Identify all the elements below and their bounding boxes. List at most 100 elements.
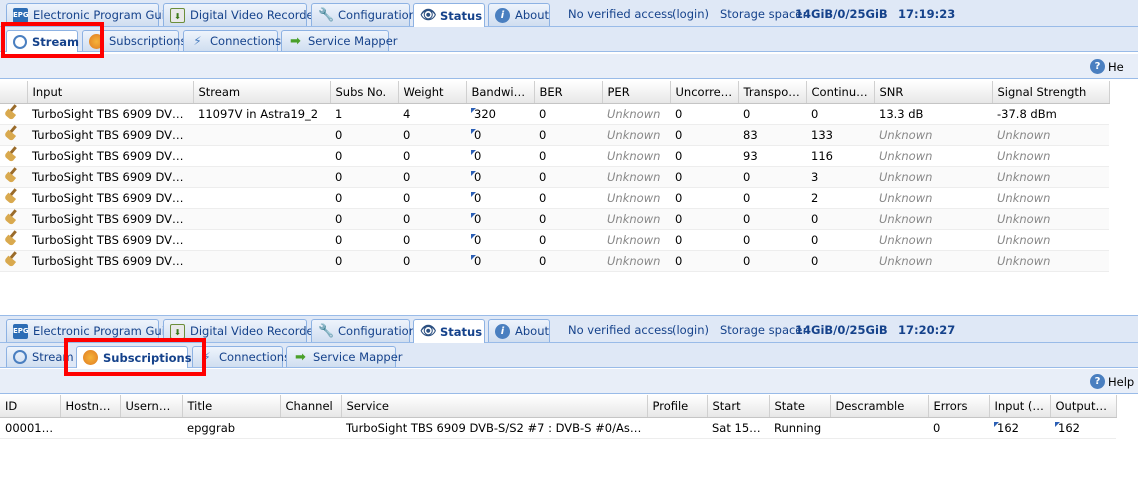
clear-stats-button[interactable] xyxy=(0,145,27,167)
table-cell: 133 xyxy=(806,124,874,146)
table-cell: Unknown xyxy=(602,103,670,125)
table-cell: 93 xyxy=(738,145,806,167)
table-cell: 0 xyxy=(806,250,874,272)
subtab-subscriptions[interactable]: Subscriptions xyxy=(76,346,192,368)
tab-status[interactable]: 👁 Status xyxy=(413,3,485,27)
col-stream[interactable]: Stream xyxy=(193,81,331,104)
col-hostname[interactable]: Hostname xyxy=(60,395,121,418)
help-button[interactable]: ? Help xyxy=(1090,374,1134,389)
subtab-connections[interactable]: ⚡ Connections xyxy=(192,346,290,367)
col-start[interactable]: Start xyxy=(707,395,770,418)
col-channel[interactable]: Channel xyxy=(280,395,342,418)
tab-digital-video-recorder[interactable]: ⬇ Digital Video Recorder xyxy=(163,319,318,342)
subtab-stream[interactable]: Stream xyxy=(6,30,79,52)
login-link[interactable]: (login) xyxy=(672,7,709,21)
table-cell: 00001744 xyxy=(0,417,60,439)
col-weight[interactable]: Weight xyxy=(398,81,467,104)
table-cell: 0 xyxy=(330,229,398,251)
table-cell: 3 xyxy=(806,166,874,188)
subscriptions-table-header: ID Hostname Username Title Channel Servi… xyxy=(0,395,1117,418)
clear-stats-button[interactable] xyxy=(0,229,27,251)
table-cell: 0 xyxy=(534,103,602,125)
broom-icon xyxy=(4,167,20,183)
table-row[interactable]: TurboSight TBS 6909 DVB-S… 0 0 0 0 Unknown 0 0 3… xyxy=(0,166,1109,188)
col-ber[interactable]: BER xyxy=(534,81,603,104)
col-descramble[interactable]: Descramble xyxy=(830,395,929,418)
table-cell: 0 xyxy=(330,145,398,167)
table-cell xyxy=(193,187,330,209)
col-signal-strength[interactable]: Signal Strength xyxy=(992,81,1110,104)
subtab-connections[interactable]: ⚡ Connections xyxy=(183,30,281,51)
col-uncorrected[interactable]: Uncorrec… xyxy=(670,81,739,104)
col-id[interactable]: ID xyxy=(0,395,61,418)
table-cell xyxy=(193,208,330,230)
table-cell: Unknown xyxy=(992,229,1109,251)
help-button[interactable]: ? He xyxy=(1090,59,1124,74)
col-bandwidth[interactable]: Bandwidt… xyxy=(466,81,535,104)
col-title[interactable]: Title xyxy=(182,395,281,418)
table-cell: 162 xyxy=(989,417,1050,439)
eye-icon: 👁 xyxy=(420,8,437,23)
tab-electronic-program-guide[interactable]: EPG Electronic Program Guide xyxy=(6,3,179,26)
table-row[interactable]: TurboSight TBS 6909 DVB-S… 0 0 0 0 Unknown 0 93… xyxy=(0,145,1109,167)
tab-about[interactable]: i About xyxy=(488,3,550,26)
col-per[interactable]: PER xyxy=(602,81,671,104)
table-row[interactable]: 00001744 epggrab TurboSight TBS 6909 DVB-S… xyxy=(0,417,1116,439)
table-row[interactable]: TurboSight TBS 6909 DVB-S… 0 0 0 0 Unknown 0 0 0… xyxy=(0,208,1109,230)
table-cell xyxy=(193,124,330,146)
col-username[interactable]: Username xyxy=(120,395,183,418)
table-row[interactable]: TurboSight TBS 6909 DVB-S… 0 0 0 0 Unknown 0 0 0… xyxy=(0,250,1109,272)
table-cell: 0 xyxy=(398,208,466,230)
table-cell: 0 xyxy=(670,166,738,188)
table-row[interactable]: TurboSight TBS 6909 DVB-S… 11097V in Astr… xyxy=(0,103,1109,125)
sub-tab-bar: Stream Subscriptions ⚡ Connections ➡ Servi… xyxy=(0,27,1138,52)
tab-digital-video-recorder[interactable]: ⬇ Digital Video Recorder xyxy=(163,3,318,26)
subtab-service-mapper[interactable]: ➡ Service Mapper xyxy=(281,30,398,51)
clear-stats-button[interactable] xyxy=(0,250,27,272)
table-cell: 13.3 dB xyxy=(874,103,992,125)
storage-label: Storage space: xyxy=(720,323,807,337)
table-cell: 0 xyxy=(534,145,602,167)
col-snr[interactable]: SNR xyxy=(874,81,993,104)
tab-electronic-program-guide[interactable]: EPG Electronic Program Guide xyxy=(6,319,179,342)
wrench-icon: 🔧 xyxy=(318,7,335,23)
table-cell: Unknown xyxy=(874,250,992,272)
table-cell xyxy=(280,417,341,439)
col-errors[interactable]: Errors xyxy=(928,395,990,418)
col-transport[interactable]: Transport… xyxy=(738,81,807,104)
col-input[interactable]: Input xyxy=(27,81,194,104)
col-subs-no[interactable]: Subs No. xyxy=(330,81,399,104)
table-cell: 0 xyxy=(534,250,602,272)
table-cell: 0 xyxy=(738,250,806,272)
col-service[interactable]: Service xyxy=(341,395,648,418)
clear-stats-button[interactable] xyxy=(0,208,27,230)
tab-configuration[interactable]: 🔧 Configuration xyxy=(311,3,416,26)
table-cell: 0 xyxy=(330,124,398,146)
table-row[interactable]: TurboSight TBS 6909 DVB-S… 0 0 0 0 Unknown 0 83… xyxy=(0,124,1109,146)
col-continuity[interactable]: Continuit… xyxy=(806,81,875,104)
col-state[interactable]: State xyxy=(769,395,831,418)
tab-about[interactable]: i About xyxy=(488,319,550,342)
table-row[interactable]: TurboSight TBS 6909 DVB-S… 0 0 0 0 Unknown 0 0 0… xyxy=(0,229,1109,251)
table-cell: Running xyxy=(769,417,830,439)
subtab-service-mapper[interactable]: ➡ Service Mapper xyxy=(286,346,403,367)
table-cell: 162 xyxy=(1050,417,1116,439)
clear-stats-button[interactable] xyxy=(0,124,27,146)
tab-configuration[interactable]: 🔧 Configuration xyxy=(311,319,416,342)
col-output-kbps[interactable]: Output (… xyxy=(1050,395,1117,418)
clear-stats-button[interactable] xyxy=(0,187,27,209)
login-link[interactable]: (login) xyxy=(672,323,709,337)
table-row[interactable]: TurboSight TBS 6909 DVB-S… 0 0 0 0 Unknown 0 0 2… xyxy=(0,187,1109,209)
tab-status[interactable]: 👁 Status xyxy=(413,319,485,343)
clear-stats-button[interactable] xyxy=(0,103,27,125)
broom-icon xyxy=(4,188,20,204)
col-profile[interactable]: Profile xyxy=(647,395,708,418)
subtab-stream[interactable]: Stream xyxy=(6,346,74,367)
table-cell: 11097V in Astra19_2 xyxy=(193,103,330,125)
table-cell xyxy=(193,250,330,272)
bottom-window: EPG Electronic Program Guide ⬇ Digital Vid… xyxy=(0,316,1138,478)
clear-stats-button[interactable] xyxy=(0,166,27,188)
col-input-kbps[interactable]: Input (k… xyxy=(989,395,1051,418)
table-cell: TurboSight TBS 6909 DVB-S… xyxy=(27,124,193,146)
subtab-subscriptions[interactable]: Subscriptions xyxy=(82,30,186,51)
